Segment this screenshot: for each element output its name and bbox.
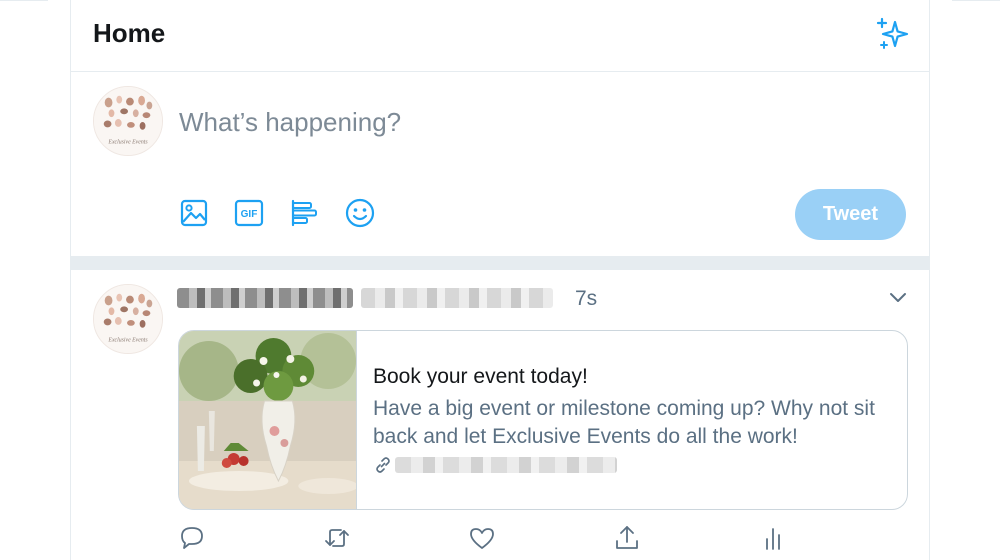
sparkle-icon [876,17,909,49]
analytics-icon [766,528,780,550]
composer-avatar[interactable]: Exclusive Events [93,86,163,156]
analytics-button[interactable] [758,523,788,553]
exclusive-events-logo: Exclusive Events [94,285,162,353]
tweet-button[interactable]: Tweet [795,189,906,240]
svg-text:GIF: GIF [241,209,258,220]
tweet-author-avatar[interactable]: Exclusive Events [93,284,163,354]
exclusive-events-logo: Exclusive Events [94,87,162,155]
tweet-menu-button[interactable] [885,284,911,310]
page-title: Home [93,18,166,48]
top-tweets-button[interactable] [873,14,913,54]
reply-icon [181,527,203,549]
tweet-timestamp[interactable]: 7s [575,287,597,311]
timeline-column: Home Exclusive Events What’s happening? … [70,0,930,560]
author-handle-redacted[interactable] [361,288,553,308]
media-button[interactable] [177,196,211,230]
like-icon [470,528,494,549]
section-separator [71,256,929,270]
gif-button[interactable]: GIF [232,196,266,230]
share-icon [616,526,638,549]
compose-input[interactable] [179,100,879,144]
svg-text:Exclusive Events: Exclusive Events [107,139,148,145]
card-image [179,331,357,509]
emoji-icon [345,198,375,228]
link-icon [376,457,390,473]
poll-button[interactable] [287,196,321,230]
retweet-icon [325,529,349,547]
top-divider-left [0,0,48,1]
emoji-button[interactable] [343,196,377,230]
top-divider-right [952,0,1000,1]
reply-button[interactable] [177,523,207,553]
timeline-header: Home [71,0,929,72]
author-name-redacted[interactable] [177,288,353,308]
poll-icon [291,199,317,227]
link-preview-card[interactable]: Book your event today! Have a big event … [178,330,908,510]
chevron-down-icon [890,293,906,302]
svg-text:Exclusive Events: Exclusive Events [107,337,148,343]
like-button[interactable] [467,523,497,553]
share-button[interactable] [612,523,642,553]
card-url-redacted [395,457,617,473]
floral-centerpiece-photo [179,331,356,509]
card-title: Book your event today! [373,365,588,388]
image-icon [180,199,208,227]
card-description: Have a big event or milestone coming up?… [373,397,875,448]
gif-icon: GIF [234,199,264,227]
retweet-button[interactable] [322,523,352,553]
